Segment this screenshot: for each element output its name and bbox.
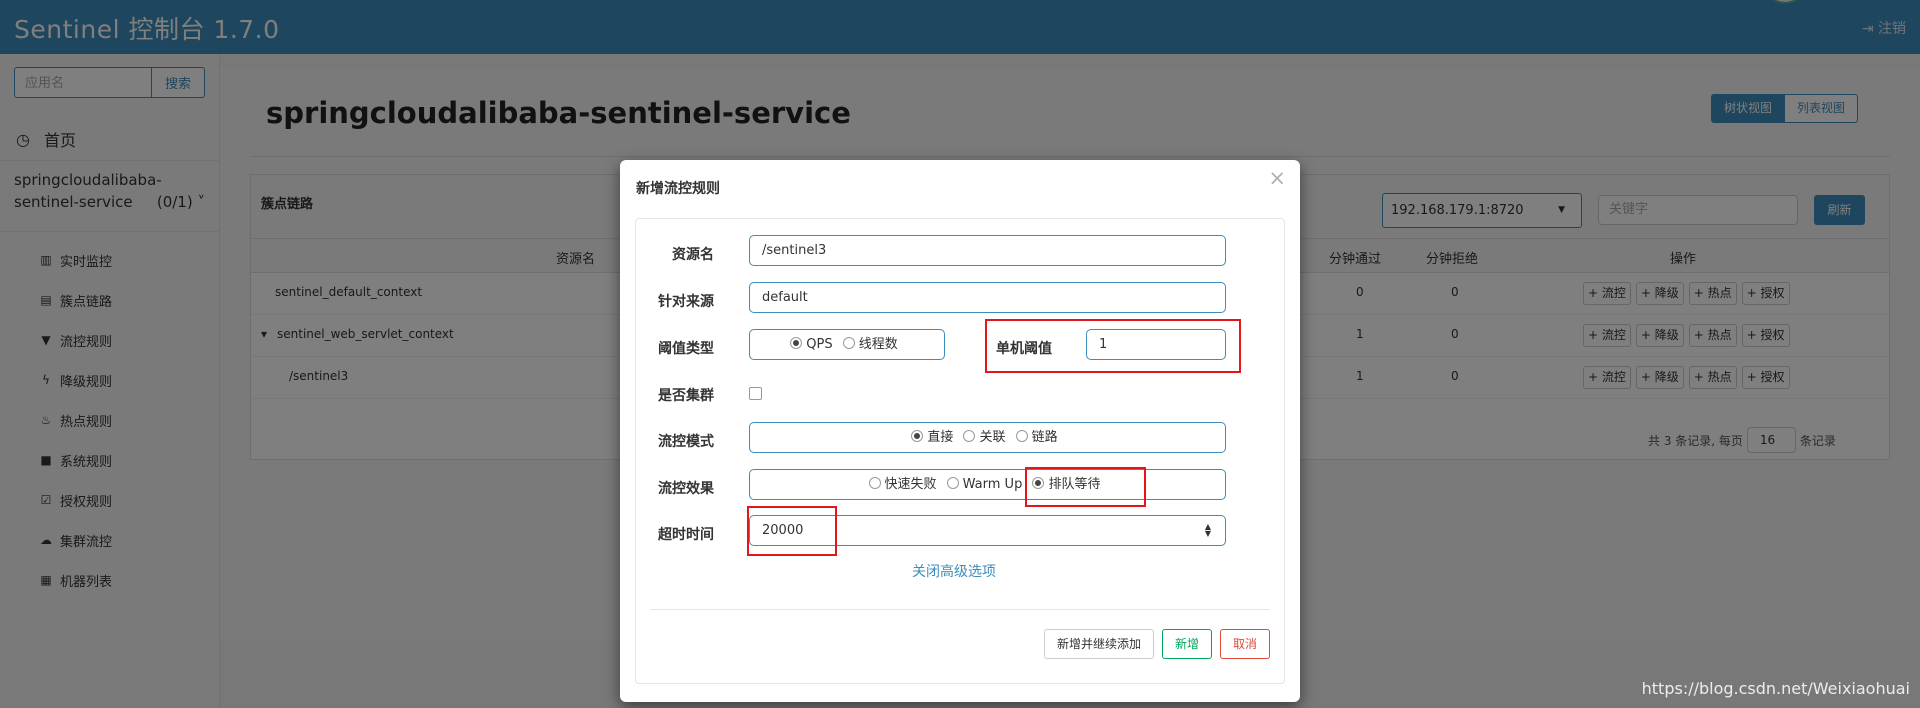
grade-radio-group: QPS 线程数 (749, 329, 945, 360)
radio-unchecked-icon (1015, 430, 1028, 442)
radio-checked-icon (790, 337, 803, 349)
highlight-timeout-box (747, 506, 837, 556)
strategy-label: 流控模式 (658, 434, 714, 450)
number-spinner-icon[interactable]: ▲ ▼ (1205, 523, 1211, 538)
strategy-option-relate[interactable]: 关联 (963, 423, 1006, 452)
add-button[interactable]: 新增 (1162, 629, 1212, 659)
toggle-advanced-link[interactable]: 关闭高级选项 (912, 561, 996, 581)
grade-option-qps[interactable]: QPS (790, 330, 833, 359)
watermark: https://blog.csdn.net/Weixiaohuai (1641, 679, 1910, 698)
resource-field[interactable]: /sentinel3 (749, 235, 1226, 266)
add-and-continue-button[interactable]: 新增并继续添加 (1044, 629, 1154, 659)
resource-label: 资源名 (672, 247, 714, 263)
radio-unchecked-icon (963, 430, 976, 442)
radio-unchecked-icon (946, 477, 959, 489)
grade-option-thread[interactable]: 线程数 (842, 330, 898, 359)
cluster-label: 是否集群 (658, 388, 714, 404)
highlight-behavior-box (1025, 467, 1146, 507)
add-flow-rule-dialog: 新增流控规则 × 资源名 /sentinel3 针对来源 default 阈值类… (620, 160, 1300, 702)
cluster-checkbox[interactable] (749, 387, 762, 400)
close-icon[interactable]: × (1268, 166, 1286, 190)
highlight-count-box (985, 319, 1241, 373)
behavior-radio-group: 快速失败 Warm Up 排队等待 (749, 469, 1226, 500)
radio-checked-icon (911, 430, 924, 442)
radio-unchecked-icon (842, 337, 855, 349)
radio-unchecked-icon (868, 477, 881, 489)
strategy-option-direct[interactable]: 直接 (911, 423, 953, 452)
cancel-button[interactable]: 取消 (1220, 629, 1270, 659)
limit-app-label: 针对来源 (658, 294, 714, 310)
form-divider (650, 609, 1270, 610)
behavior-label: 流控效果 (658, 481, 714, 497)
strategy-option-chain[interactable]: 链路 (1015, 423, 1058, 452)
grade-label: 阈值类型 (658, 341, 714, 357)
limit-app-field[interactable]: default (749, 282, 1226, 313)
rule-form: 资源名 /sentinel3 针对来源 default 阈值类型 QPS 线程数… (635, 218, 1285, 684)
timeout-label: 超时时间 (658, 527, 714, 543)
behavior-option-warm-up[interactable]: Warm Up (946, 470, 1022, 499)
dialog-title: 新增流控规则 (636, 181, 720, 197)
strategy-radio-group: 直接 关联 链路 (749, 422, 1226, 453)
behavior-option-fail-fast[interactable]: 快速失败 (868, 470, 937, 499)
